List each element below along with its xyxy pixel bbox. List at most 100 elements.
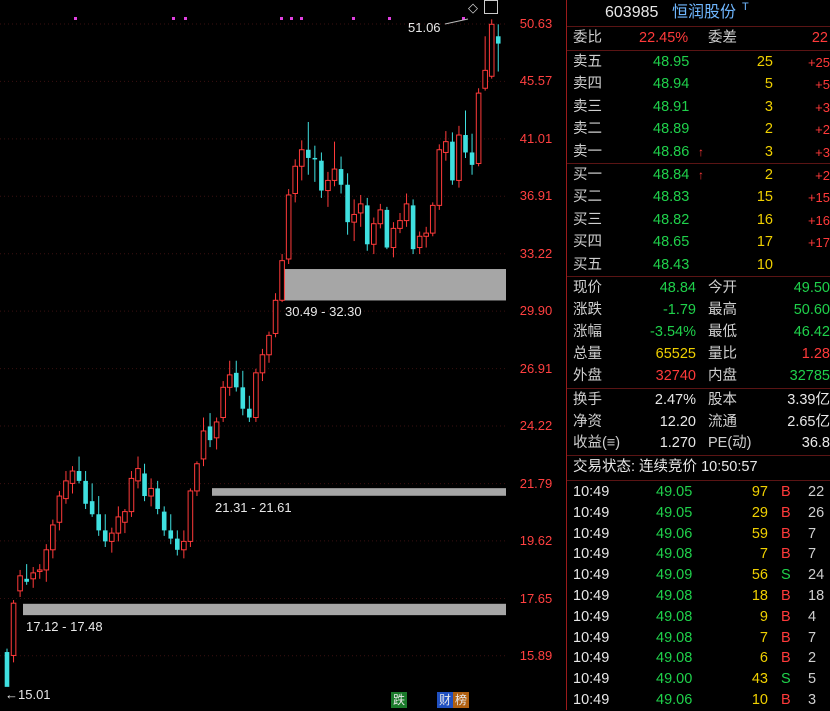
bid-price: 48.83 xyxy=(653,189,690,206)
stat-row: 涨跌 -1.79 最高 50.60 xyxy=(567,300,830,321)
stat-label: 净资 xyxy=(573,413,602,430)
support-zone xyxy=(23,603,506,616)
tick-price: 49.08 xyxy=(656,629,693,646)
stat-value: 3.39亿 xyxy=(787,392,830,408)
bid-volume: 17 xyxy=(756,234,773,251)
bid-price: 48.84 xyxy=(653,167,690,183)
bid-row: 买五 48.43 10 xyxy=(567,255,830,276)
event-marker xyxy=(184,17,187,20)
tick-row: 10:49 49.06 59 B 7 xyxy=(567,524,830,545)
tick-side: B xyxy=(781,692,791,708)
stock-header: 603985 恒润股份 T xyxy=(567,1,830,24)
candle-body-down xyxy=(240,387,246,409)
bid-row: 买一 48.84 ↑ 2 +2 xyxy=(567,165,830,186)
tick-volume: 43 xyxy=(751,671,768,688)
candle-body-up xyxy=(456,134,462,181)
window-toggle-icon[interactable] xyxy=(484,0,498,14)
candle-body-up xyxy=(285,194,292,260)
bid-price: 48.65 xyxy=(653,234,690,251)
candle-body-up xyxy=(181,540,187,551)
ask-volume: 25 xyxy=(756,54,773,70)
stat-value: 12.20 xyxy=(659,413,696,430)
candle-body-up xyxy=(331,168,338,181)
stat-value: 2.47% xyxy=(654,392,696,408)
stat-label: 最高 xyxy=(708,302,737,318)
stat-label: 股本 xyxy=(708,392,737,408)
event-marker xyxy=(352,17,355,20)
stat-row: 外盘 32740 内盘 32785 xyxy=(567,366,830,387)
candle-body-up xyxy=(109,532,115,542)
bid-change: +17 xyxy=(807,235,830,251)
stat-label: 现价 xyxy=(573,280,602,296)
tick-time: 10:49 xyxy=(573,588,610,604)
low-price-label: ←15.01 xyxy=(5,687,51,702)
tick-side: B xyxy=(781,504,791,521)
bid-volume: 10 xyxy=(756,256,773,273)
tick-row: 10:49 49.08 7 B 7 xyxy=(567,544,830,565)
candle-body-up xyxy=(416,235,423,249)
stat-value: 49.50 xyxy=(793,280,830,296)
candle-body-up xyxy=(403,203,410,222)
ask-level-label: 卖三 xyxy=(573,98,602,115)
tick-count: 7 xyxy=(808,629,817,646)
candle-body-down xyxy=(89,501,95,515)
stat-label: 外盘 xyxy=(573,368,602,384)
stat-value: 65525 xyxy=(655,346,696,362)
price-axis: 50.63 45.57 41.01 36.91 33.22 29.90 26.91 24.22… xyxy=(506,0,566,710)
tick-time: 10:49 xyxy=(573,504,610,521)
candle-body-down xyxy=(142,473,147,497)
candle-body-down xyxy=(306,149,311,158)
stat-value: -1.79 xyxy=(662,302,696,318)
tick-side: B xyxy=(781,525,791,542)
candle-body-up xyxy=(436,149,443,206)
ask-volume: 2 xyxy=(764,121,773,138)
candle-body-down xyxy=(364,205,370,245)
candle-body-up xyxy=(266,334,272,356)
candle-body-up xyxy=(325,179,331,192)
candle-body-up xyxy=(292,165,298,194)
axis-tick-label: 45.57 xyxy=(519,73,553,89)
candle-body-up xyxy=(253,372,259,419)
axis-tick-label: 33.22 xyxy=(519,245,553,261)
tick-time: 10:49 xyxy=(573,692,610,708)
tick-price: 49.06 xyxy=(656,692,693,708)
axis-tick-label: 36.91 xyxy=(519,188,553,204)
tick-row: 10:49 49.08 7 B 7 xyxy=(567,628,830,649)
ask-price: 48.86 xyxy=(653,143,690,160)
tick-volume: 18 xyxy=(751,588,768,604)
ranking-badge[interactable]: 榜 xyxy=(453,692,470,708)
candle-body-up xyxy=(115,516,122,534)
candle-body-down xyxy=(102,530,108,542)
event-marker xyxy=(172,17,175,20)
diamond-icon[interactable]: ◇ xyxy=(468,0,478,16)
tick-volume: 6 xyxy=(759,650,768,667)
candle-body-down xyxy=(410,205,416,250)
stat-row: 涨幅 -3.54% 最低 46.42 xyxy=(567,322,830,343)
ask-level-label: 卖五 xyxy=(573,54,602,70)
candle-body-down xyxy=(175,538,180,550)
stat-value: 50.60 xyxy=(793,302,830,318)
tick-row: 10:49 49.00 43 S 5 xyxy=(567,669,830,690)
ask-arrow-icon: ↑ xyxy=(698,144,704,159)
candle-body-down xyxy=(469,152,475,165)
kline-svg[interactable] xyxy=(0,0,506,710)
bid-change: +16 xyxy=(807,212,830,228)
ask-row: 卖三 48.91 3 +3 xyxy=(567,97,830,118)
candle-body-up xyxy=(220,386,226,419)
kline-chart[interactable]: 30.49 - 32.30 21.31 - 21.61 17.12 - 17.4… xyxy=(0,0,506,710)
ask-row: 卖二 48.89 2 +2 xyxy=(567,119,830,140)
candle-body-up xyxy=(187,490,194,542)
bid-level-label: 买二 xyxy=(573,189,602,206)
tick-price: 49.05 xyxy=(656,484,693,500)
stock-name[interactable]: 恒润股份 xyxy=(672,2,736,23)
tick-volume: 97 xyxy=(751,484,768,500)
down-badge[interactable]: 跌 xyxy=(391,692,408,708)
weicha-value: 22 xyxy=(811,30,828,46)
candle-body-up xyxy=(10,602,17,656)
support-zone xyxy=(282,269,506,301)
candle-body-down xyxy=(4,652,10,687)
candle-body-down xyxy=(345,184,350,223)
ask-volume: 3 xyxy=(764,143,773,160)
trade-status: 交易状态: 连续竞价 10:50:57 xyxy=(567,457,830,478)
finance-badge[interactable]: 财 xyxy=(437,692,454,708)
